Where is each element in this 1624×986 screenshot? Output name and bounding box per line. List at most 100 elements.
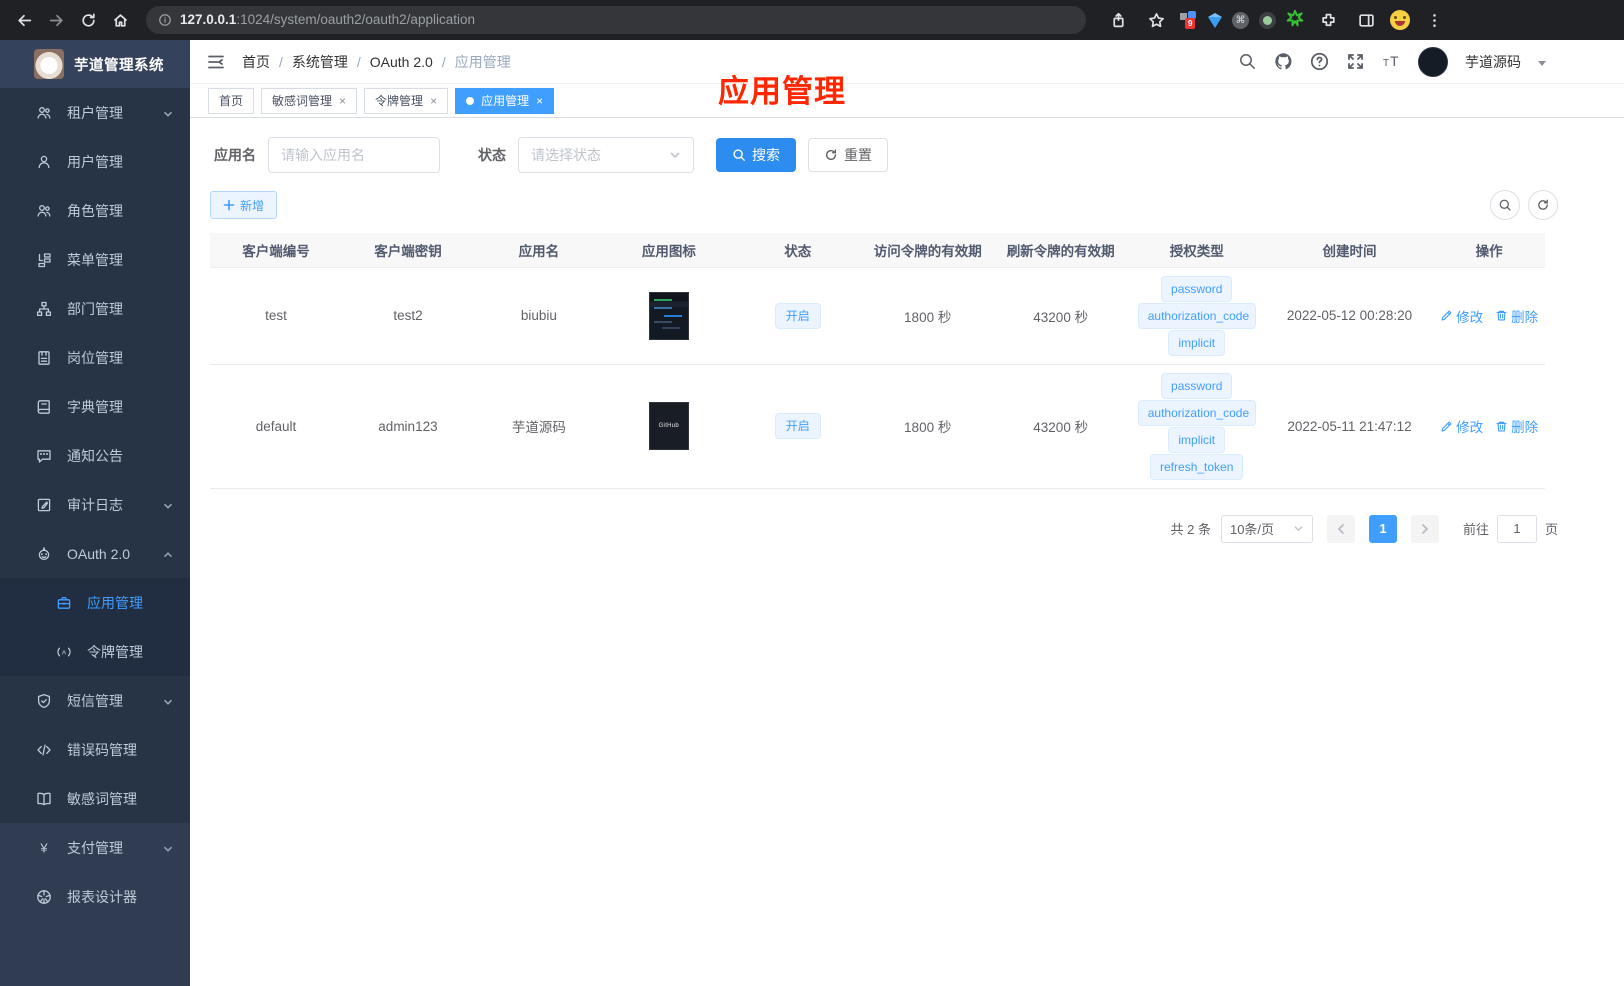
breadcrumb-item[interactable]: 系统管理 [292, 52, 348, 72]
dept-icon [36, 301, 52, 317]
sidebar-item-审计日志[interactable]: 审计日志 [0, 480, 190, 529]
extension-gem-icon[interactable] [1208, 12, 1222, 28]
user-dropdown-caret-icon[interactable] [1538, 61, 1546, 66]
sidebar-item-label: 短信管理 [67, 692, 123, 709]
goto-page-input[interactable] [1496, 514, 1537, 543]
sidebar-item-label: 角色管理 [67, 202, 123, 219]
table-row: default admin123 芋道源码 GitHub 开启 1800 秒 43200 秒… [210, 364, 1545, 489]
chevron-down-icon [1294, 526, 1303, 532]
app-name-input[interactable] [268, 137, 440, 173]
breadcrumb-item[interactable]: 首页 [242, 52, 270, 72]
sidebar-item-label: 部门管理 [67, 300, 123, 317]
reset-button[interactable]: 重置 [808, 138, 888, 172]
sensitive-icon [36, 791, 52, 807]
browser-back-icon[interactable] [10, 6, 38, 34]
tab-首页[interactable]: 首页 [208, 87, 255, 114]
tab-令牌管理[interactable]: 令牌管理 × [364, 87, 449, 114]
side-panel-icon[interactable] [1352, 6, 1380, 34]
breadcrumb-separator: / [279, 53, 283, 70]
extension-green-dot-icon[interactable] [1259, 11, 1276, 29]
extension-command-icon[interactable]: ⌘ [1232, 11, 1249, 29]
search-button[interactable]: 搜索 [716, 138, 796, 172]
collapse-sidebar-icon[interactable] [206, 52, 226, 72]
filter-status-label: 状态 [478, 147, 506, 163]
search-icon[interactable] [1238, 52, 1257, 71]
logo-image [34, 49, 64, 79]
sidebar-item-菜单管理[interactable]: 菜单管理 [0, 235, 190, 284]
sidebar-item-角色管理[interactable]: 角色管理 [0, 186, 190, 235]
url-bar[interactable]: 127.0.0.1:1024/system/oauth2/oauth2/appl… [146, 6, 1086, 34]
app-title: 芋道管理系统 [74, 57, 164, 74]
grant-type-tag: password [1161, 372, 1233, 399]
search-icon [733, 149, 745, 161]
browser-forward-icon[interactable] [42, 6, 70, 34]
column-header: 客户端编号 [210, 233, 342, 268]
tab-应用管理[interactable]: 应用管理 × [455, 87, 555, 114]
page-size-select[interactable]: 10条/页 [1220, 514, 1313, 543]
table-header-row: 客户端编号 客户端密钥 应用名 应用图标 状态 访问令牌的有效期 刷新令牌的有效期 授权类型创… [210, 233, 1545, 268]
cell-grant-types: password authorization_code implicit [1127, 267, 1266, 365]
sidebar-item-错误码管理[interactable]: 错误码管理 [0, 725, 190, 774]
sidebar-item-应用管理[interactable]: 应用管理 [0, 578, 190, 627]
sidebar-item-报表设计器[interactable]: 报表设计器 [0, 872, 190, 921]
extensions-puzzle-icon[interactable] [1314, 6, 1342, 34]
extension-green-star-icon[interactable] [1286, 9, 1304, 32]
sidebar-item-敏感词管理[interactable]: 敏感词管理 [0, 774, 190, 823]
prev-page-button[interactable] [1326, 514, 1355, 543]
tab-敏感词管理[interactable]: 敏感词管理 × [261, 87, 358, 114]
errcode-icon [36, 742, 52, 758]
show-search-toggle-button[interactable] [1490, 190, 1520, 220]
delete-button[interactable]: 删除 [1495, 306, 1538, 326]
status-select[interactable]: 请选择状态 [518, 137, 694, 173]
sidebar-item-令牌管理[interactable]: A 令牌管理 [0, 627, 190, 676]
breadcrumb-item[interactable]: OAuth 2.0 [370, 54, 433, 70]
close-tab-icon[interactable]: × [430, 95, 437, 107]
sidebar-item-部门管理[interactable]: 部门管理 [0, 284, 190, 333]
profile-avatar-icon[interactable] [1390, 10, 1410, 30]
share-icon[interactable] [1104, 6, 1132, 34]
sidebar-item-label: 报表设计器 [67, 888, 137, 905]
browser-menu-icon[interactable] [1420, 6, 1448, 34]
next-page-button[interactable] [1410, 514, 1439, 543]
close-tab-icon[interactable]: × [536, 95, 543, 107]
action-label: 修改 [1456, 420, 1484, 435]
add-button[interactable]: 新增 [210, 191, 278, 219]
sidebar-item-字典管理[interactable]: 字典管理 [0, 382, 190, 431]
column-header: 状态 [733, 233, 862, 268]
sidebar-item-用户管理[interactable]: 用户管理 [0, 137, 190, 186]
font-size-icon[interactable]: TT [1382, 52, 1401, 71]
sidebar-item-支付管理[interactable]: ¥ 支付管理 [0, 823, 190, 872]
help-icon[interactable] [1310, 52, 1329, 71]
fullscreen-icon[interactable] [1346, 52, 1365, 71]
chevron-down-icon [670, 152, 680, 159]
edit-button[interactable]: 修改 [1440, 416, 1483, 436]
github-icon[interactable] [1274, 52, 1293, 71]
cell-created-time: 2022-05-12 00:28:20 [1265, 267, 1434, 365]
page-info-icon[interactable] [158, 13, 172, 27]
breadcrumb-separator: / [356, 53, 361, 70]
sidebar-item-岗位管理[interactable]: 岗位管理 [0, 333, 190, 382]
sidebar-item-短信管理[interactable]: 短信管理 [0, 676, 190, 725]
sidebar-item-通知公告[interactable]: 通知公告 [0, 431, 190, 480]
tab-label: 令牌管理 [375, 94, 424, 108]
close-tab-icon[interactable]: × [339, 95, 346, 107]
sidebar-submenu: 应用管理 A 令牌管理 [0, 578, 190, 676]
refresh-table-button[interactable] [1528, 190, 1558, 220]
browser-reload-icon[interactable] [74, 6, 102, 34]
bookmark-star-icon[interactable] [1142, 6, 1170, 34]
browser-home-icon[interactable] [106, 6, 134, 34]
delete-button[interactable]: 删除 [1495, 416, 1538, 436]
edit-button[interactable]: 修改 [1440, 306, 1483, 326]
sidebar-item-OAuth 2.0[interactable]: OAuth 2.0 [0, 529, 190, 578]
cell-client-secret: test2 [341, 267, 474, 365]
extension-blocks-icon[interactable]: 9 [1180, 11, 1198, 29]
sidebar-item-label: OAuth 2.0 [67, 545, 131, 562]
column-header: 访问令牌的有效期 [861, 233, 994, 268]
current-page-button[interactable]: 1 [1368, 514, 1397, 543]
sms-icon [36, 693, 52, 709]
column-header: 客户端密钥 [341, 233, 474, 268]
token-icon: A [56, 644, 72, 660]
sidebar-item-租户管理[interactable]: 租户管理 [0, 88, 190, 137]
user-avatar[interactable] [1418, 46, 1448, 77]
logo[interactable]: 芋道管理系统 [0, 40, 190, 88]
